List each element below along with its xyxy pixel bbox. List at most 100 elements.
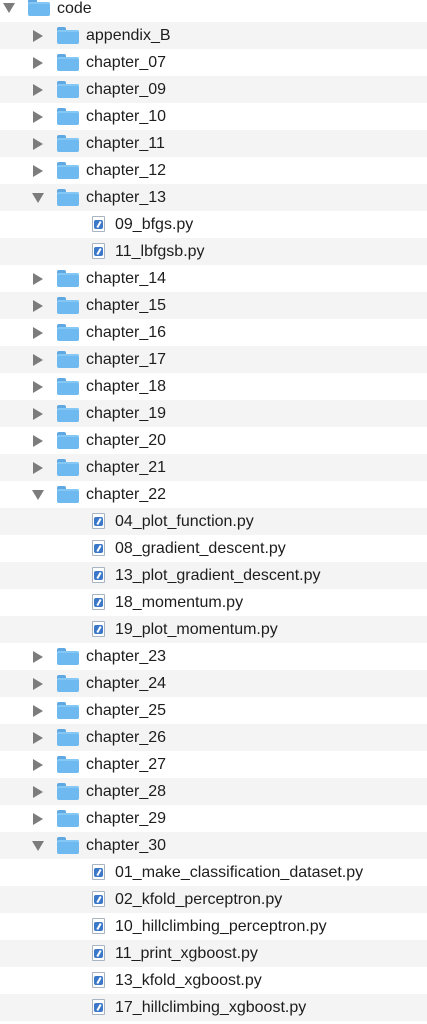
folder-row[interactable]: chapter_24	[0, 670, 427, 697]
folder-icon	[57, 675, 79, 692]
file-row[interactable]: 11_print_xgboost.py	[0, 940, 427, 967]
file-row[interactable]: 17_hillclimbing_xgboost.py	[0, 994, 427, 1021]
chevron-right-icon[interactable]	[33, 651, 43, 663]
folder-label: chapter_18	[86, 378, 167, 395]
folder-icon	[57, 837, 79, 854]
folder-row[interactable]: chapter_20	[0, 427, 427, 454]
folder-row[interactable]: chapter_27	[0, 751, 427, 778]
folder-row[interactable]: chapter_16	[0, 319, 427, 346]
chevron-right-icon[interactable]	[33, 300, 43, 312]
folder-icon	[57, 702, 79, 719]
folder-icon	[57, 54, 79, 71]
folder-row[interactable]: chapter_30	[0, 832, 427, 859]
chevron-right-icon[interactable]	[33, 435, 43, 447]
folder-label: chapter_21	[86, 459, 167, 476]
file-row[interactable]: 19_plot_momentum.py	[0, 616, 427, 643]
file-label: 10_hillclimbing_perceptron.py	[115, 918, 327, 935]
folder-icon	[57, 297, 79, 314]
file-label: 11_lbfgsb.py	[115, 243, 205, 260]
chevron-right-icon[interactable]	[33, 408, 43, 420]
folder-row[interactable]: chapter_14	[0, 265, 427, 292]
folder-row[interactable]: chapter_13	[0, 184, 427, 211]
folder-icon	[57, 108, 79, 125]
file-label: 13_plot_gradient_descent.py	[115, 567, 321, 584]
chevron-right-icon[interactable]	[33, 732, 43, 744]
folder-label: chapter_14	[86, 270, 167, 287]
folder-label: chapter_20	[86, 432, 167, 449]
folder-row[interactable]: appendix_B	[0, 22, 427, 49]
folder-label: chapter_11	[86, 135, 165, 152]
file-row[interactable]: 10_hillclimbing_perceptron.py	[0, 913, 427, 940]
folder-icon	[57, 351, 79, 368]
folder-label: chapter_16	[86, 324, 167, 341]
file-label: 01_make_classification_dataset.py	[115, 864, 364, 881]
chevron-right-icon[interactable]	[33, 354, 43, 366]
file-label: 19_plot_momentum.py	[115, 621, 278, 638]
file-label: 18_momentum.py	[115, 594, 244, 611]
file-label: 09_bfgs.py	[115, 216, 194, 233]
chevron-right-icon[interactable]	[33, 381, 43, 393]
folder-row[interactable]: chapter_18	[0, 373, 427, 400]
chevron-right-icon[interactable]	[33, 786, 43, 798]
python-file-icon	[92, 594, 105, 610]
folder-label: chapter_15	[86, 297, 167, 314]
chevron-right-icon[interactable]	[33, 678, 43, 690]
chevron-right-icon[interactable]	[33, 759, 43, 771]
file-row[interactable]: 13_plot_gradient_descent.py	[0, 562, 427, 589]
folder-row[interactable]: chapter_21	[0, 454, 427, 481]
file-row[interactable]: 11_lbfgsb.py	[0, 238, 427, 265]
folder-row[interactable]: chapter_25	[0, 697, 427, 724]
folder-label: chapter_09	[86, 81, 167, 98]
chevron-right-icon[interactable]	[33, 273, 43, 285]
chevron-right-icon[interactable]	[33, 57, 43, 69]
folder-icon	[57, 459, 79, 476]
chevron-right-icon[interactable]	[33, 705, 43, 717]
file-row[interactable]: 08_gradient_descent.py	[0, 535, 427, 562]
folder-row[interactable]: chapter_17	[0, 346, 427, 373]
chevron-right-icon[interactable]	[33, 138, 43, 150]
file-row[interactable]: 18_momentum.py	[0, 589, 427, 616]
folder-row[interactable]: chapter_12	[0, 157, 427, 184]
chevron-down-icon[interactable]	[32, 193, 44, 203]
file-label: 11_print_xgboost.py	[115, 945, 258, 962]
folder-icon	[57, 783, 79, 800]
chevron-right-icon[interactable]	[33, 327, 43, 339]
file-row[interactable]: 09_bfgs.py	[0, 211, 427, 238]
file-row[interactable]: 13_kfold_xgboost.py	[0, 967, 427, 994]
folder-label: chapter_12	[86, 162, 167, 179]
chevron-right-icon[interactable]	[33, 165, 43, 177]
python-file-icon	[92, 243, 105, 259]
folder-label: chapter_19	[86, 405, 167, 422]
folder-row[interactable]: chapter_28	[0, 778, 427, 805]
folder-row[interactable]: chapter_10	[0, 103, 427, 130]
folder-icon	[57, 432, 79, 449]
chevron-right-icon[interactable]	[33, 30, 43, 42]
chevron-right-icon[interactable]	[33, 84, 43, 96]
folder-row[interactable]: chapter_19	[0, 400, 427, 427]
file-label: 02_kfold_perceptron.py	[115, 891, 283, 908]
file-row[interactable]: 04_plot_function.py	[0, 508, 427, 535]
folder-row[interactable]: chapter_23	[0, 643, 427, 670]
folder-row[interactable]: chapter_15	[0, 292, 427, 319]
folder-row[interactable]: chapter_07	[0, 49, 427, 76]
chevron-right-icon[interactable]	[33, 462, 43, 474]
tree-root-row[interactable]: code	[0, 0, 427, 22]
file-row[interactable]: 01_make_classification_dataset.py	[0, 859, 427, 886]
chevron-down-icon[interactable]	[3, 3, 15, 13]
folder-label: chapter_27	[86, 756, 167, 773]
folder-icon	[57, 378, 79, 395]
chevron-right-icon[interactable]	[33, 813, 43, 825]
folder-row[interactable]: chapter_22	[0, 481, 427, 508]
file-row[interactable]: 02_kfold_perceptron.py	[0, 886, 427, 913]
folder-icon	[57, 27, 79, 44]
folder-label: chapter_25	[86, 702, 167, 719]
folder-label: chapter_26	[86, 729, 167, 746]
folder-row[interactable]: chapter_26	[0, 724, 427, 751]
folder-row[interactable]: chapter_11	[0, 130, 427, 157]
folder-row[interactable]: chapter_29	[0, 805, 427, 832]
folder-row[interactable]: chapter_09	[0, 76, 427, 103]
chevron-down-icon[interactable]	[32, 841, 44, 851]
chevron-down-icon[interactable]	[32, 490, 44, 500]
folder-label: chapter_17	[86, 351, 167, 368]
chevron-right-icon[interactable]	[33, 111, 43, 123]
